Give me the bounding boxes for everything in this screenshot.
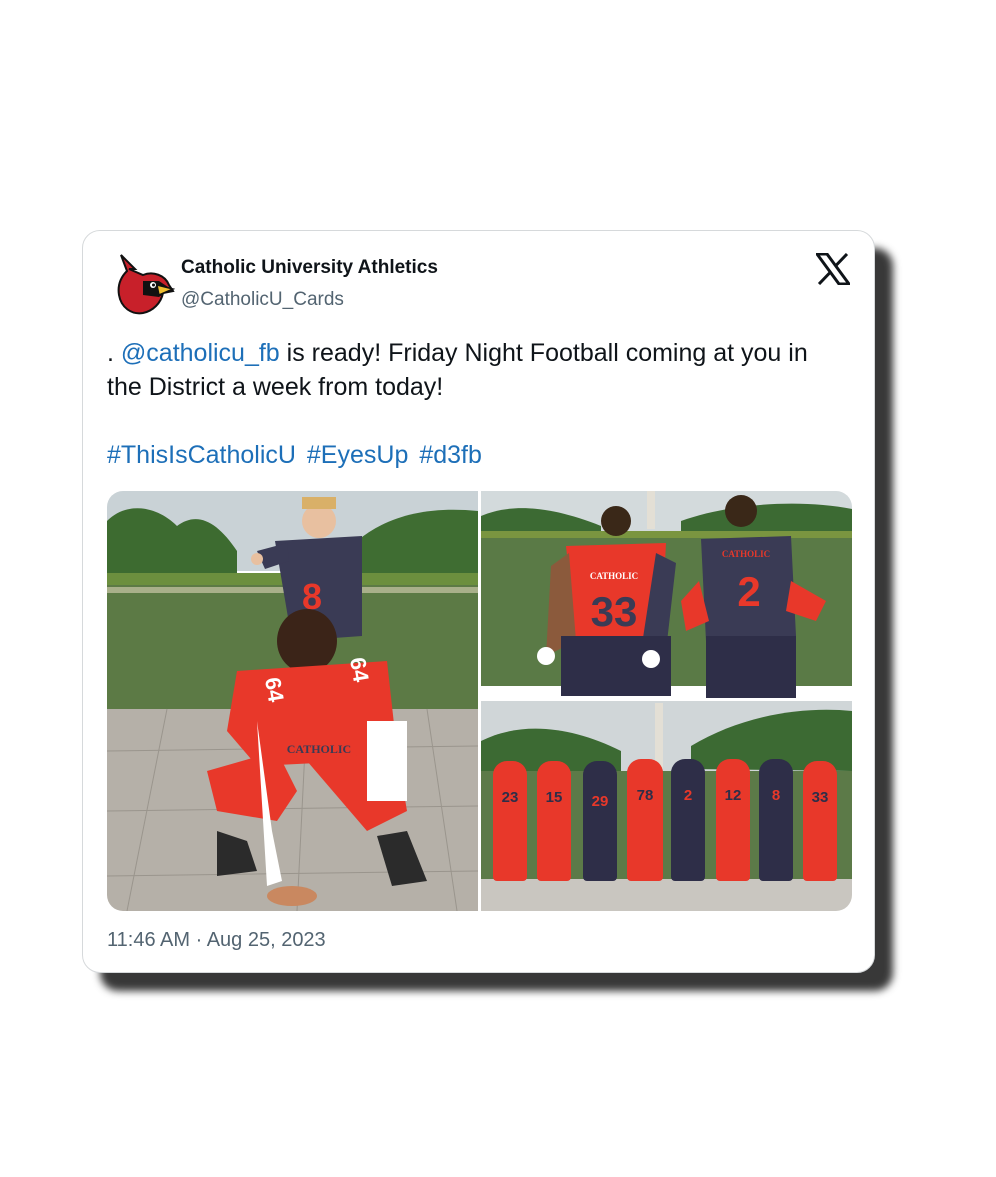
hashtag-list: #ThisIsCatholicU #EyesUp #d3fb xyxy=(107,438,486,472)
photo-team-lineup[interactable]: 23 15 29 78 2 12 8 33 xyxy=(481,701,852,911)
photo-two-players-reflecting-pool[interactable]: 8 64 64 CATHOLIC xyxy=(107,491,478,911)
player-figure xyxy=(716,759,750,881)
jersey-number: 64 xyxy=(345,655,374,684)
author-name[interactable]: Catholic University Athletics xyxy=(181,257,438,279)
player-figure xyxy=(759,759,793,881)
x-logo-icon[interactable] xyxy=(814,252,852,286)
hashtag-link[interactable]: #d3fb xyxy=(419,441,482,469)
hashtag-link[interactable]: #EyesUp xyxy=(307,441,408,469)
lineup-numbers: 23 15 29 78 2 12 8 33 xyxy=(481,701,852,911)
tweet-prefix: . xyxy=(107,339,121,367)
player-figure xyxy=(537,761,571,881)
jersey-number: 29 xyxy=(591,793,609,810)
hashtag-link[interactable]: #ThisIsCatholicU xyxy=(107,441,296,469)
tweet-timestamp[interactable]: 11:46 AM · Aug 25, 2023 xyxy=(107,929,326,952)
player-figure xyxy=(627,759,663,881)
author-handle[interactable]: @CatholicU_Cards xyxy=(181,289,344,311)
jersey-number: 78 xyxy=(636,787,654,804)
jersey-wordmark: CATHOLIC xyxy=(590,571,638,581)
jersey-number: 15 xyxy=(545,789,563,806)
cardinal-logo-icon[interactable] xyxy=(113,251,176,317)
jersey-number: 8 xyxy=(771,787,781,804)
player-figure xyxy=(803,761,837,881)
mention-link[interactable]: @catholicu_fb xyxy=(121,339,280,367)
tweet-card: Catholic University Athletics @CatholicU… xyxy=(82,230,875,973)
media-grid: 8 64 64 CATHOLIC 33 CATHOLIC 2 CATHOLIC … xyxy=(107,491,852,911)
tweet-text: . @catholicu_fb is ready! Friday Night F… xyxy=(107,336,847,404)
player-figure xyxy=(493,761,527,881)
player-figure xyxy=(583,761,617,881)
jersey-number: 23 xyxy=(501,789,519,806)
jersey-number: 64 xyxy=(260,675,289,704)
jersey-number: 2 xyxy=(737,568,760,615)
jersey-wordmark: CATHOLIC xyxy=(287,742,351,756)
jersey-number: 33 xyxy=(591,588,638,635)
jersey-number: 33 xyxy=(811,789,829,806)
photo-players-celebrating-monument[interactable]: 33 CATHOLIC 2 CATHOLIC xyxy=(481,491,852,698)
jersey-wordmark: CATHOLIC xyxy=(722,549,770,559)
player-figure xyxy=(671,759,705,881)
jersey-number: 2 xyxy=(683,787,693,804)
jersey-number: 12 xyxy=(724,787,742,804)
